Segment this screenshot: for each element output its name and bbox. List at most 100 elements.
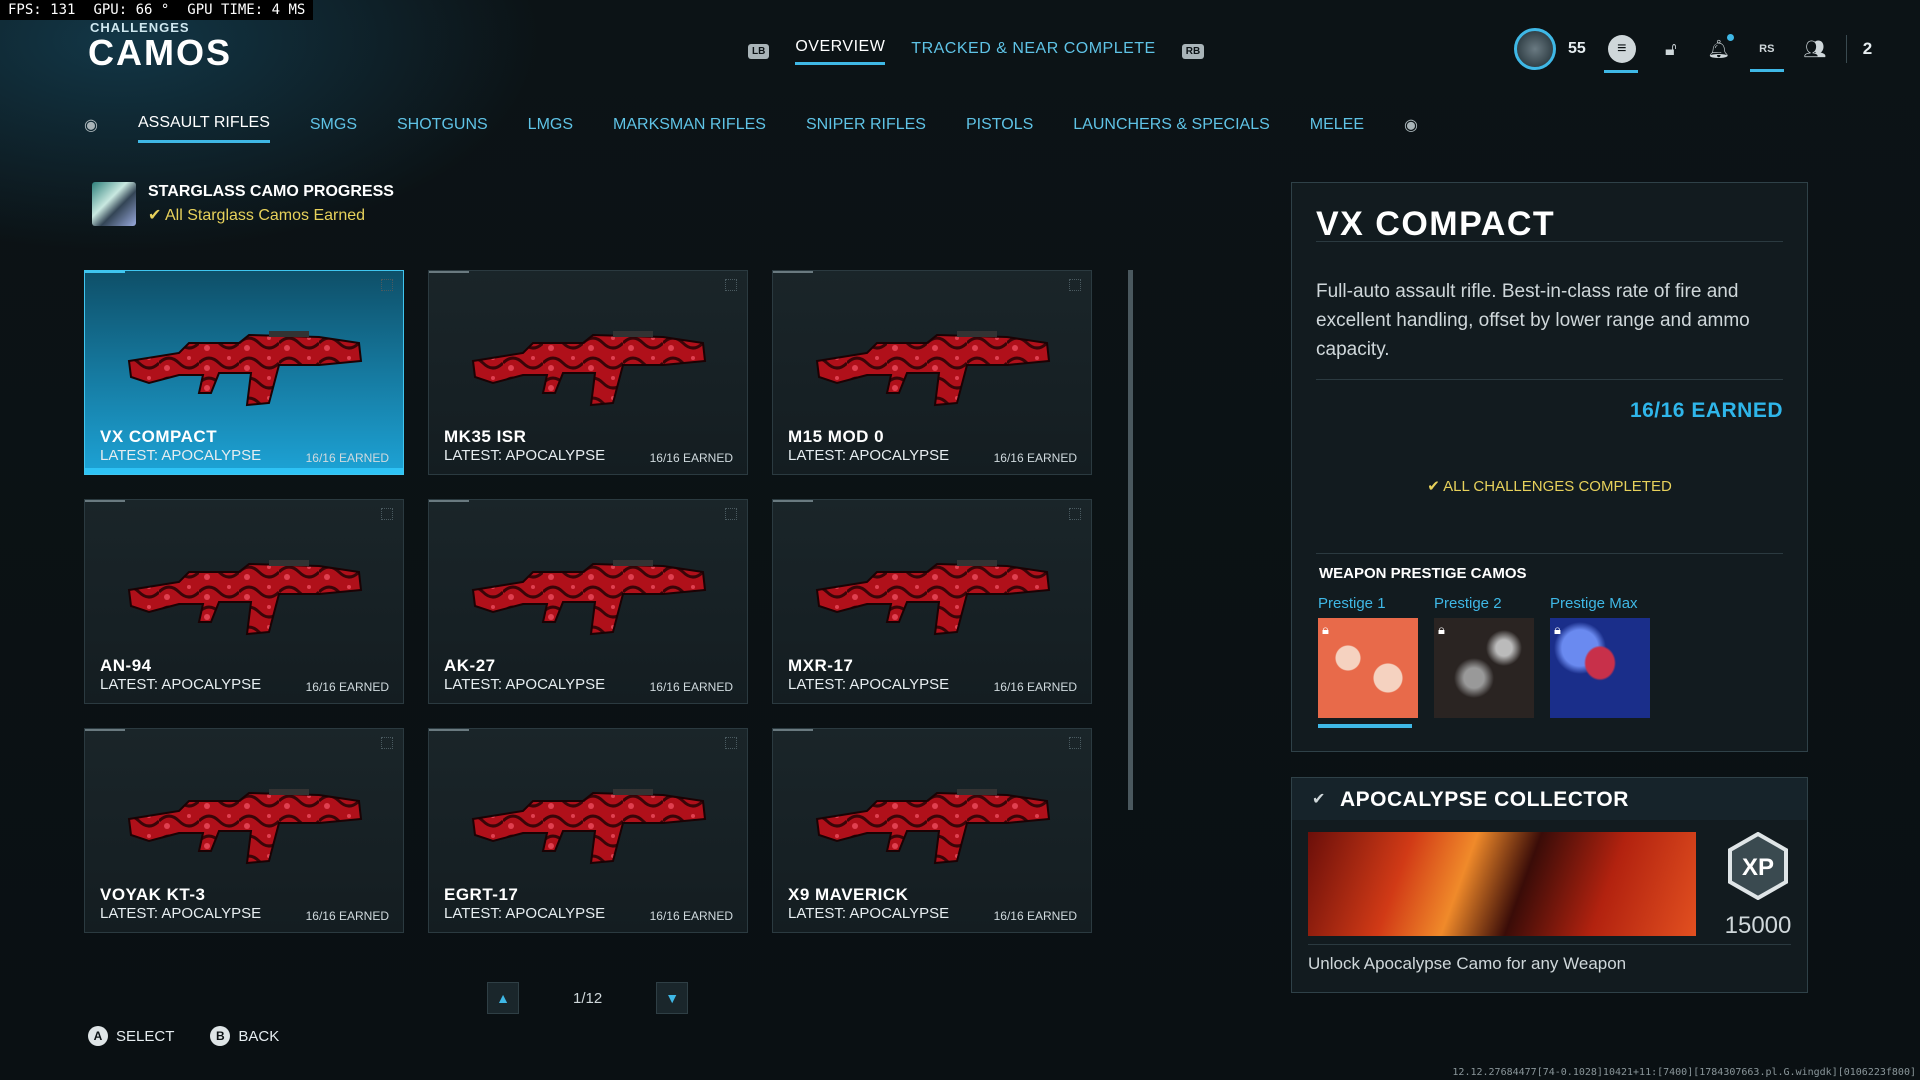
avatar[interactable]: [1514, 28, 1556, 70]
weapon-card[interactable]: AN-94 LATEST: APOCALYPSE 16/16 EARNED: [84, 499, 404, 704]
weapon-name: VX COMPACT: [100, 427, 218, 446]
tab-assault-rifles[interactable]: ASSAULT RIFLES: [137, 114, 270, 143]
check-icon: ✔: [148, 207, 165, 224]
weapon-latest: LATEST: APOCALYPSE: [788, 905, 950, 922]
scrollbar-thumb[interactable]: [1128, 270, 1133, 810]
weapon-name: X9 MAVERICK: [788, 885, 909, 904]
tab-melee[interactable]: MELEE: [1310, 116, 1364, 142]
weapon-latest: LATEST: APOCALYPSE: [444, 447, 606, 464]
weapon-card[interactable]: MK35 ISR LATEST: APOCALYPSE 16/16 EARNED: [428, 270, 748, 475]
weapon-card[interactable]: VOYAK KT-3 LATEST: APOCALYPSE 16/16 EARN…: [84, 728, 404, 933]
back-prompt[interactable]: B BACK: [210, 1026, 279, 1046]
page-down-button[interactable]: ▼: [656, 982, 689, 1014]
weapon-image: [807, 542, 1057, 652]
prestige-camo-image: 🔒︎: [1318, 618, 1418, 718]
prestige-label: Prestige 1: [1318, 595, 1386, 612]
tab-smgs[interactable]: SMGS: [310, 116, 357, 142]
weapon-earned: 16/16 EARNED: [305, 451, 389, 465]
weapon-earned: 16/16 EARNED: [305, 680, 389, 694]
lock-icon: 🔒︎: [1322, 622, 1329, 637]
tab-marksman-rifles[interactable]: MARKSMAN RIFLES: [613, 116, 766, 142]
weapon-image: [807, 771, 1057, 881]
weapon-earned: 16/16 EARNED: [649, 680, 733, 694]
select-prompt[interactable]: A SELECT: [88, 1026, 174, 1046]
top-tabs: LB OVERVIEW TRACKED & NEAR COMPLETE RB: [748, 38, 1205, 65]
pin-icon[interactable]: [1069, 508, 1081, 520]
weapon-card[interactable]: M15 MOD 0 LATEST: APOCALYPSE 16/16 EARNE…: [772, 270, 1092, 475]
footer-prompts: A SELECT B BACK: [88, 1026, 279, 1046]
weapon-grid: VX COMPACT LATEST: APOCALYPSE 16/16 EARN…: [84, 270, 1096, 933]
top-right-bar: 55 ≡ 🔓︎ 🔔︎ RS 👥︎ 2: [1500, 26, 1920, 73]
grid-scrollbar[interactable]: [1128, 270, 1133, 810]
prestige-camos: Prestige 1 🔒︎ Prestige 2 🔒︎ Prestige Max…: [1318, 595, 1650, 728]
xp-value: 15000: [1724, 912, 1792, 939]
collector-panel: ✔ APOCALYPSE COLLECTOR XP 15000 Unlock A…: [1291, 777, 1808, 993]
menu-icon[interactable]: ≡: [1603, 35, 1638, 73]
prestige-camo[interactable]: Prestige 1 🔒︎: [1318, 595, 1418, 728]
weapon-earned: 16/16 EARNED: [993, 680, 1077, 694]
divider: [1316, 241, 1783, 242]
page-title: CAMOS: [88, 32, 232, 73]
weapon-earned: 16/16 EARNED: [993, 909, 1077, 923]
prestige-progress: [1318, 724, 1412, 728]
weapon-image: [119, 771, 369, 881]
b-button-icon: B: [210, 1026, 231, 1046]
pin-icon[interactable]: [725, 737, 737, 749]
weapon-detail-panel: VX COMPACT Full-auto assault rifle. Best…: [1291, 182, 1808, 752]
pin-icon[interactable]: [1069, 279, 1081, 291]
pager: ▲ 1/12 ▼: [487, 982, 689, 1014]
starglass-progress: STARGLASS CAMO PROGRESS ✔ All Starglass …: [92, 182, 394, 226]
weapon-name: AN-94: [100, 656, 152, 675]
weapon-name: M15 MOD 0: [788, 427, 885, 446]
weapon-image: [463, 542, 713, 652]
prestige-title: WEAPON PRESTIGE CAMOS: [1319, 565, 1527, 582]
weapon-latest: LATEST: APOCALYPSE: [788, 676, 950, 693]
tab-pistols[interactable]: PISTOLS: [966, 116, 1033, 142]
xp-icon: XP: [1728, 832, 1788, 900]
lock-icon: 🔒︎: [1554, 622, 1561, 637]
tab-launchers-specials[interactable]: LAUNCHERS & SPECIALS: [1073, 116, 1270, 142]
tab-lmgs[interactable]: LMGS: [528, 116, 573, 142]
prestige-camo[interactable]: Prestige 2 🔒︎: [1434, 595, 1534, 728]
pin-icon[interactable]: [725, 508, 737, 520]
player-level: 55: [1568, 40, 1586, 57]
pin-icon[interactable]: [381, 508, 393, 520]
weapon-earned: 16/16 EARNED: [993, 451, 1077, 465]
check-icon: ✔: [1427, 478, 1444, 495]
weapon-card[interactable]: VX COMPACT LATEST: APOCALYPSE 16/16 EARN…: [84, 270, 404, 475]
weapon-name: VOYAK KT-3: [100, 885, 206, 904]
weapon-card[interactable]: EGRT-17 LATEST: APOCALYPSE 16/16 EARNED: [428, 728, 748, 933]
right-bumper-icon[interactable]: ◉: [1404, 115, 1418, 135]
pin-icon[interactable]: [725, 279, 737, 291]
prestige-camo[interactable]: Prestige Max 🔒︎: [1550, 595, 1650, 728]
fps-readout: FPS: 131: [8, 2, 76, 18]
tab-overview[interactable]: OVERVIEW: [795, 38, 886, 65]
tab-shotguns[interactable]: SHOTGUNS: [397, 116, 488, 142]
weapon-card[interactable]: AK-27 LATEST: APOCALYPSE 16/16 EARNED: [428, 499, 748, 704]
pin-icon[interactable]: [1069, 737, 1081, 749]
weapon-card[interactable]: X9 MAVERICK LATEST: APOCALYPSE 16/16 EAR…: [772, 728, 1092, 933]
tab-tracked[interactable]: TRACKED & NEAR COMPLETE: [911, 40, 1155, 64]
bell-icon[interactable]: 🔔︎: [1706, 34, 1734, 62]
pin-icon[interactable]: [381, 737, 393, 749]
weapon-latest: LATEST: APOCALYPSE: [100, 905, 262, 922]
party-icon[interactable]: 👥︎: [1802, 36, 1828, 62]
gpu-time-readout: GPU TIME: 4 MS: [187, 2, 306, 18]
lock-icon[interactable]: 🔓︎: [1658, 36, 1684, 62]
weapon-latest: LATEST: APOCALYPSE: [788, 447, 950, 464]
tab-sniper-rifles[interactable]: SNIPER RIFLES: [806, 116, 926, 142]
rs-button-icon[interactable]: RS: [1749, 36, 1784, 72]
left-bumper-icon[interactable]: ◉: [84, 115, 98, 135]
prestige-label: Prestige Max: [1550, 595, 1638, 612]
page-up-button[interactable]: ▲: [487, 982, 519, 1014]
lb-button-icon[interactable]: LB: [748, 44, 770, 59]
divider: [1845, 35, 1847, 63]
rb-button-icon[interactable]: RB: [1181, 44, 1205, 59]
build-string: 12.12.27684477[74-0.1028]10421+11:[7400]…: [1452, 1067, 1916, 1078]
prestige-camo-image: 🔒︎: [1434, 618, 1534, 718]
pin-icon[interactable]: [381, 279, 393, 291]
svg-text:XP: XP: [1742, 854, 1774, 881]
weapon-earned: 16/16 EARNED: [305, 909, 389, 923]
weapon-card[interactable]: MXR-17 LATEST: APOCALYPSE 16/16 EARNED: [772, 499, 1092, 704]
detail-title: VX COMPACT: [1316, 205, 1556, 243]
